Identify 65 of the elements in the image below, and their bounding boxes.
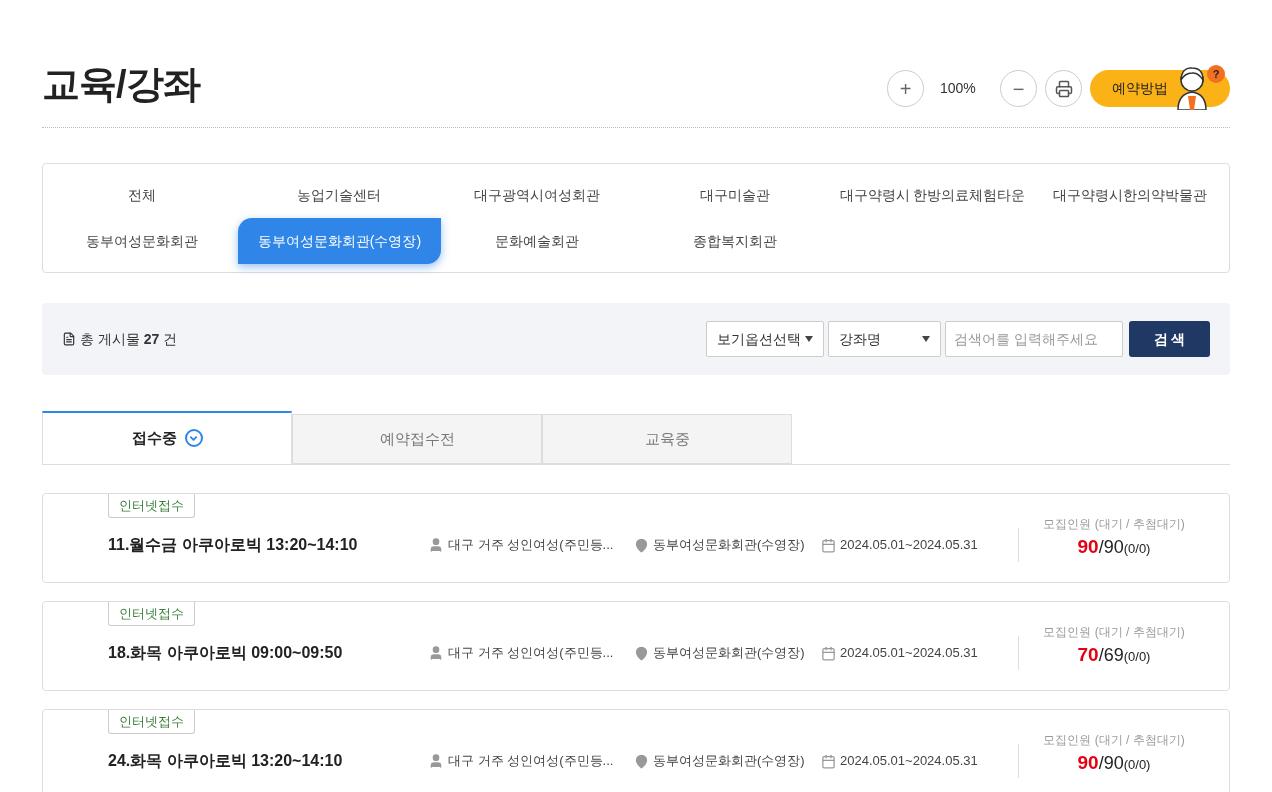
- registration-tag: 인터넷접수: [108, 710, 195, 734]
- course-place: 동부여성문화회관(수영장): [653, 644, 805, 663]
- category-tab[interactable]: 농업기술센터: [297, 184, 382, 206]
- course-title: 24.화목 아쿠아로빅 13:20~14:10: [108, 751, 344, 771]
- course-place: 동부여성문화회관(수영장): [653, 752, 805, 771]
- category-tab[interactable]: 대구약령시한의약박물관: [1053, 184, 1208, 206]
- calendar-icon: [821, 645, 836, 661]
- person-icon: [428, 753, 444, 769]
- category-tab[interactable]: 동부여성문화회관: [85, 230, 198, 252]
- course-period: 2024.05.01~2024.05.31: [840, 752, 978, 771]
- category-tab[interactable]: 동부여성문화회관(수영장): [237, 218, 442, 264]
- category-tab[interactable]: 대구약령시 한방의료체험타운: [839, 184, 1026, 206]
- caret-icon: [805, 336, 813, 342]
- person-icon: [428, 537, 444, 553]
- category-tab[interactable]: 대구광역시여성회관: [474, 184, 601, 206]
- course-card[interactable]: 인터넷접수 11.월수금 아쿠아로빅 13:20~14:10 대구 거주 성인여성(주민등... 동부여성문화회관(수영장) 2024.05.01~2024.05.31 모집인원 (대기 / 추첨대기) 90/90(0/0): [42, 493, 1230, 583]
- course-title: 11.월수금 아쿠아로빅 13:20~14:10: [108, 535, 359, 555]
- search-field-select[interactable]: 강좌명: [828, 321, 941, 357]
- course-card[interactable]: 인터넷접수 24.화목 아쿠아로빅 13:20~14:10 대구 거주 성인여성(주민등... 동부여성문화회관(수영장) 2024.05.01~2024.05.31 모집인원 (대기 / 추첨대기) 90/90(0/0): [42, 709, 1230, 792]
- status-tab[interactable]: 예약접수전: [292, 414, 542, 464]
- course-period: 2024.05.01~2024.05.31: [840, 536, 978, 555]
- dropdown-icon: [184, 429, 203, 447]
- search-button[interactable]: 검 색: [1129, 321, 1210, 357]
- capacity-label: 모집인원 (대기 / 추첨대기): [1043, 623, 1185, 641]
- course-target: 대구 거주 성인여성(주민등...: [448, 644, 614, 663]
- capacity-label: 모집인원 (대기 / 추첨대기): [1043, 515, 1185, 533]
- registration-tag: 인터넷접수: [108, 602, 195, 626]
- post-count: 총 게시물 27 건: [80, 329, 178, 349]
- applied-count: 90: [1077, 534, 1099, 559]
- category-tab[interactable]: 문화예술회관: [495, 230, 580, 252]
- status-tab[interactable]: 교육중: [542, 414, 792, 464]
- calendar-icon: [821, 753, 836, 769]
- document-icon: [62, 332, 76, 346]
- course-place: 동부여성문화회관(수영장): [653, 536, 805, 555]
- location-icon: [634, 537, 649, 553]
- total-count: /90: [1098, 535, 1124, 559]
- location-icon: [634, 645, 649, 661]
- caret-icon: [922, 336, 930, 342]
- page-title: 교육/강좌: [42, 62, 200, 107]
- category-tab[interactable]: 전체: [127, 184, 156, 206]
- question-mark: ?: [1207, 65, 1225, 83]
- print-icon: [1054, 79, 1073, 98]
- person-icon: [428, 645, 444, 661]
- capacity-label: 모집인원 (대기 / 추첨대기): [1043, 731, 1185, 749]
- applied-count: 90: [1077, 750, 1099, 775]
- total-count: /90: [1098, 751, 1124, 775]
- view-option-select[interactable]: 보기옵션선택: [706, 321, 824, 357]
- zoom-level: 100%: [940, 79, 977, 98]
- search-input[interactable]: 검색어를 입력해주세요: [945, 321, 1123, 357]
- waiting-count: (0/0): [1123, 539, 1151, 558]
- course-card[interactable]: 인터넷접수 18.화목 아쿠아로빅 09:00~09:50 대구 거주 성인여성(주민등... 동부여성문화회관(수영장) 2024.05.01~2024.05.31 모집인원 (대기 / 추첨대기) 70/69(0/0): [42, 601, 1230, 691]
- calendar-icon: [821, 537, 836, 553]
- registration-tag: 인터넷접수: [108, 494, 195, 518]
- course-title: 18.화목 아쿠아로빅 09:00~09:50: [108, 643, 344, 663]
- location-icon: [634, 753, 649, 769]
- waiting-count: (0/0): [1123, 755, 1151, 774]
- status-tab[interactable]: 접수중: [42, 411, 292, 464]
- applied-count: 70: [1077, 642, 1099, 667]
- course-target: 대구 거주 성인여성(주민등...: [448, 536, 614, 555]
- course-target: 대구 거주 성인여성(주민등...: [448, 752, 614, 771]
- course-period: 2024.05.01~2024.05.31: [840, 644, 978, 663]
- category-tab[interactable]: 종합복지회관: [692, 230, 777, 252]
- category-tab[interactable]: 대구미술관: [699, 184, 770, 206]
- total-count: /69: [1098, 643, 1124, 667]
- waiting-count: (0/0): [1123, 647, 1151, 666]
